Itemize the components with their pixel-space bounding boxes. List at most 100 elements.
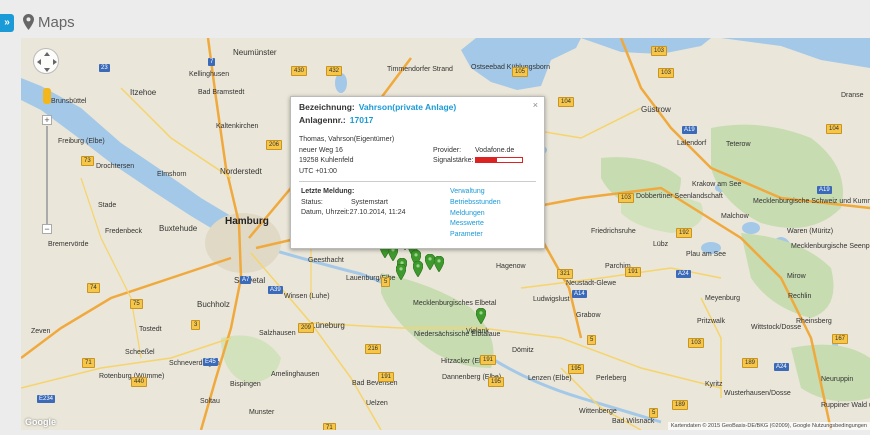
road-shield: 103 <box>658 68 675 78</box>
zoom-slider[interactable] <box>46 126 48 224</box>
zoom-in-button[interactable]: + <box>42 115 52 125</box>
road-shield: 192 <box>676 228 693 238</box>
signal-strength-fill <box>476 158 497 163</box>
bezeichnung-value[interactable]: Vahrson(private Anlage) <box>359 102 456 112</box>
road-shield: 7 <box>208 58 216 66</box>
road-shield: 5 <box>381 277 391 287</box>
city-label-soltau: Soltau <box>200 398 220 405</box>
city-label-domitz: Dömitz <box>512 347 534 354</box>
road-shield: 167 <box>832 334 849 344</box>
city-label-salzhausen: Salzhausen <box>259 330 296 337</box>
road-shield: 23 <box>99 64 110 72</box>
plant-marker-icon[interactable] <box>434 256 444 272</box>
city-label-pritzwalk: Pritzwalk <box>697 318 726 325</box>
city-label-wusterhausen: Wusterhausen/Dosse <box>724 390 791 397</box>
city-label-amelinghausen: Amelinghausen <box>271 371 320 378</box>
city-label-lubz: Lübz <box>653 241 669 248</box>
road-shield: 216 <box>365 344 382 354</box>
city-label-zeven: Zeven <box>31 328 51 335</box>
road-shield: 191 <box>378 372 395 382</box>
plant-marker-icon[interactable] <box>476 308 486 324</box>
road-shield: A19 <box>817 186 832 194</box>
status-label: Status: <box>301 198 323 206</box>
city-label-grabow: Grabow <box>576 312 601 319</box>
city-label-uelzen: Uelzen <box>366 400 388 407</box>
city-label-bad-wilsnack-ruppiner: Ruppiner Wald und Seengebiet <box>821 402 870 409</box>
road-shield: A24 <box>676 270 691 278</box>
anlagennr-label: Anlagennr.: <box>299 115 346 125</box>
city-label-bispingen: Bispingen <box>230 381 261 388</box>
city-label-brunsbuttel: Brunsbüttel <box>51 98 87 105</box>
road-shield: 104 <box>558 97 575 107</box>
road-shield: 189 <box>672 400 689 410</box>
city-label-lenzen: Lenzen (Elbe) <box>528 375 572 382</box>
road-shield: 195 <box>568 364 585 374</box>
city-label-rechlin: Rechlin <box>788 293 812 300</box>
city-label-hagenow: Hagenow <box>496 263 526 270</box>
pan-control[interactable] <box>33 48 59 74</box>
zoom-out-button[interactable]: − <box>42 224 52 234</box>
road-shield: 103 <box>651 46 668 56</box>
road-shield: 321 <box>557 269 574 279</box>
anlagennr-value[interactable]: 17017 <box>350 115 374 125</box>
provider-label: Provider: <box>433 147 462 154</box>
city-label-mirow: Mirow <box>787 273 806 280</box>
city-label-fredenbeck: Fredenbeck <box>105 228 142 235</box>
city-label-kaltenkirchen: Kaltenkirchen <box>216 123 259 130</box>
city-label-wittenberge: Wittenberge <box>579 408 617 415</box>
city-label-neumunster: Neumünster <box>233 48 277 57</box>
city-label-timmendorfer: Timmendorfer Strand <box>387 66 453 73</box>
bezeichnung-label: Bezeichnung: <box>299 102 355 112</box>
city-label-seenplatte: Mecklenburgische Seenplatte <box>791 243 870 250</box>
city-label-gustrow: Güstrow <box>641 105 671 114</box>
road-shield: A7 <box>240 276 252 284</box>
owner-name: Thomas, Vahrson(Eigentümer) <box>299 136 395 143</box>
road-shield: 191 <box>480 355 497 365</box>
plant-links: Verwaltung Betriebsstunden Meldungen Mes… <box>450 187 501 241</box>
link-messwerte[interactable]: Messwerte <box>450 219 501 230</box>
road-shield: 104 <box>826 124 843 134</box>
road-shield: A19 <box>682 126 697 134</box>
city-label-bremervorde: Bremervörde <box>48 241 89 248</box>
city-label-luneburg: Lüneburg <box>311 321 345 330</box>
city-label-perleberg: Perleberg <box>596 375 627 382</box>
city-label-elmshorn: Elmshorn <box>157 171 187 178</box>
road-shield: 5 <box>649 408 659 418</box>
road-shield: 195 <box>488 377 505 387</box>
city-label-ostseebad: Ostseebad Kühlungsborn <box>471 64 550 71</box>
road-shield: 73 <box>81 156 94 166</box>
bezeichnung-row: Bezeichnung: Vahrson(private Anlage) <box>299 101 536 114</box>
map-canvas[interactable]: NeumünsterItzehoeBad SegebergBad Bramste… <box>21 38 870 430</box>
pan-arrows-icon <box>37 52 57 72</box>
city-label-norderstedt: Norderstedt <box>220 167 262 176</box>
sidebar-toggle-button[interactable]: » <box>0 14 14 32</box>
city-label-bad-wilsnack: Bad Wilsnack <box>612 418 655 425</box>
street-view-pegman-icon[interactable] <box>43 88 51 104</box>
city-label-freiburg: Freiburg (Elbe) <box>58 138 105 145</box>
city-label-scheessel: Scheeßel <box>125 349 155 356</box>
road-shield: 75 <box>130 299 143 309</box>
map-attribution[interactable]: Kartendaten © 2015 GeoBasis-DE/BKG (©200… <box>667 422 870 430</box>
city-label-dranse: Dranse <box>841 92 864 99</box>
road-shield: 189 <box>742 358 759 368</box>
road-shield: A39 <box>268 286 283 294</box>
close-icon[interactable]: × <box>533 100 538 110</box>
road-shield: 432 <box>326 66 343 76</box>
signal-label: Signalstärke: <box>433 157 474 164</box>
road-shield: 191 <box>625 267 642 277</box>
plant-marker-icon[interactable] <box>413 261 423 277</box>
link-parameter[interactable]: Parameter <box>450 230 501 241</box>
link-meldungen[interactable]: Meldungen <box>450 209 501 220</box>
page-title: Maps <box>38 14 75 31</box>
city-label-itzehoe: Itzehoe <box>130 88 157 97</box>
city-label-kellinghusen: Kellinghusen <box>189 71 230 78</box>
link-betriebsstunden[interactable]: Betriebsstunden <box>450 198 501 209</box>
city-label-winsen: Winsen (Luhe) <box>284 293 330 300</box>
road-shield: E234 <box>37 395 56 403</box>
city-label-kyritz: Kyritz <box>705 381 723 388</box>
link-verwaltung[interactable]: Verwaltung <box>450 187 501 198</box>
city-label-teterow: Teterow <box>726 141 751 148</box>
plant-marker-icon[interactable] <box>396 264 406 280</box>
city-label-meyenburg: Meyenburg <box>705 295 741 302</box>
city-label-buchholz: Buchholz <box>197 300 230 309</box>
